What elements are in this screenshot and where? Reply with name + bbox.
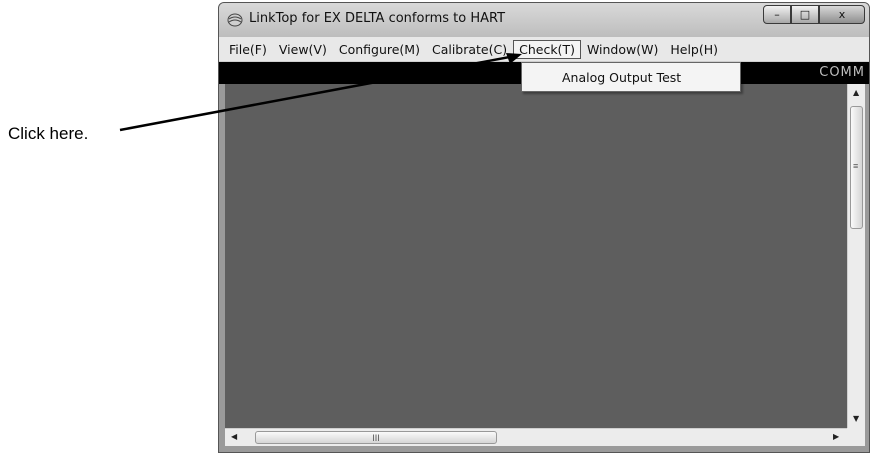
- vertical-scroll-thumb[interactable]: ≡: [850, 106, 863, 229]
- maximize-icon: □: [799, 8, 811, 21]
- horizontal-grip-icon: III: [372, 432, 380, 443]
- scroll-up-icon[interactable]: ▲: [853, 88, 859, 97]
- scroll-left-icon[interactable]: ◀: [231, 432, 237, 441]
- caption-buttons: – □ x: [763, 5, 865, 25]
- menu-check[interactable]: Check(T): [513, 39, 581, 59]
- vertical-grip-icon: ≡: [853, 161, 859, 171]
- menu-view[interactable]: View(V): [273, 40, 333, 59]
- comm-status-text: COMM: [819, 65, 865, 80]
- vertical-scrollbar[interactable]: ▲ ≡ ▼: [847, 84, 865, 428]
- callout-label: Click here.: [8, 124, 89, 143]
- minimize-button[interactable]: –: [763, 5, 791, 24]
- horizontal-scrollbar[interactable]: ◀ III ▶: [225, 428, 847, 446]
- scroll-right-icon[interactable]: ▶: [833, 432, 839, 441]
- mdi-client-area: [225, 84, 847, 428]
- horizontal-scroll-thumb[interactable]: III: [255, 431, 497, 444]
- size-grip[interactable]: [847, 428, 865, 446]
- close-icon: x: [838, 8, 846, 21]
- menu-item-analog-output-test[interactable]: Analog Output Test: [525, 66, 737, 88]
- menu-calibrate[interactable]: Calibrate(C): [426, 40, 513, 59]
- close-button[interactable]: x: [819, 5, 865, 24]
- window-title: LinkTop for EX DELTA conforms to HART: [249, 11, 506, 26]
- minimize-icon: –: [774, 8, 780, 21]
- title-bar: LinkTop for EX DELTA conforms to HART – …: [219, 3, 869, 37]
- menu-bar: File(F) View(V) Configure(M) Calibrate(C…: [219, 37, 869, 62]
- maximize-button[interactable]: □: [791, 5, 819, 24]
- menu-file[interactable]: File(F): [223, 40, 273, 59]
- app-icon: [227, 13, 243, 27]
- menu-configure[interactable]: Configure(M): [333, 40, 426, 59]
- menu-window[interactable]: Window(W): [581, 40, 664, 59]
- scroll-down-icon[interactable]: ▼: [853, 414, 859, 423]
- app-window: LinkTop for EX DELTA conforms to HART – …: [218, 2, 870, 453]
- menu-help[interactable]: Help(H): [664, 40, 724, 59]
- check-dropdown-menu: Analog Output Test: [521, 62, 741, 92]
